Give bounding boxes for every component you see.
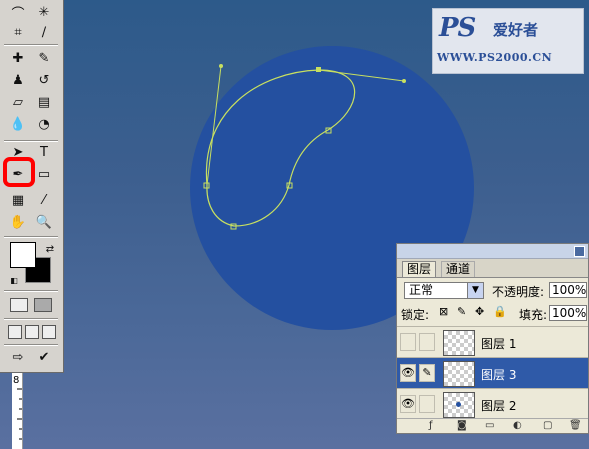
toolbox-divider bbox=[4, 290, 58, 292]
eye-icon[interactable]: 👁 bbox=[400, 364, 416, 382]
lock-position-icon[interactable]: ✥ bbox=[475, 305, 484, 318]
lock-all-icon[interactable]: 🔒 bbox=[493, 305, 507, 318]
layer-thumbnail bbox=[443, 392, 475, 418]
blend-mode-select[interactable]: 正常 ▼ bbox=[404, 282, 484, 299]
lock-pixels-icon[interactable]: ✎ bbox=[457, 305, 466, 318]
healing-brush-tool[interactable]: ✚ bbox=[8, 48, 28, 68]
adjustment-layer-icon[interactable]: ◐ bbox=[513, 420, 522, 431]
new-group-icon[interactable]: ▭ bbox=[485, 420, 494, 431]
quick-mask-button[interactable] bbox=[34, 298, 52, 312]
layer-thumbnail bbox=[443, 361, 475, 387]
blur-tool[interactable]: 💧 bbox=[8, 114, 28, 134]
slice-tool[interactable]: ∕ bbox=[34, 22, 54, 42]
handle-point[interactable] bbox=[219, 64, 223, 68]
tab-channels[interactable]: 通道 bbox=[441, 261, 476, 277]
edit-icon[interactable]: ✔ bbox=[34, 347, 54, 367]
foreground-color-swatch[interactable] bbox=[10, 242, 36, 268]
layer-row[interactable]: 图层 1 bbox=[397, 326, 588, 358]
vertical-ruler: 8 bbox=[12, 373, 23, 449]
fill-label: 填充: bbox=[519, 308, 548, 322]
watermark: PS 爱好者 WWW.PS2000.CN bbox=[432, 8, 584, 74]
history-brush-tool[interactable]: ↺ bbox=[34, 70, 54, 90]
layers-panel-tabs: 图层 通道 bbox=[397, 259, 588, 278]
link-toggle[interactable] bbox=[419, 333, 435, 351]
hand-tool[interactable]: ✋ bbox=[8, 212, 28, 232]
layer-name: 图层 1 bbox=[481, 337, 517, 351]
toolbox-divider bbox=[4, 140, 58, 142]
toolbox: ⌒ ✳ ⌗ ∕ ✚ ✎ ♟ ↺ ▱ ▤ 💧 ◔ ➤ T ✒ ▭ ▦ ⁄ ✋ 🔍 ⇄ ◧ ⇨ ✔ bbox=[0, 0, 64, 373]
pen-tool-highlight bbox=[3, 157, 35, 187]
opacity-field[interactable]: 100% bbox=[549, 282, 587, 298]
layer-style-icon[interactable]: ƒ bbox=[429, 420, 433, 431]
toolbox-divider bbox=[4, 318, 58, 320]
watermark-url: WWW.PS2000.CN bbox=[437, 51, 553, 64]
notes-tool[interactable]: ▦ bbox=[8, 190, 28, 210]
chevron-down-icon[interactable]: ▼ bbox=[467, 283, 483, 298]
handle-point[interactable] bbox=[402, 79, 406, 83]
toolbox-divider bbox=[4, 236, 58, 238]
tab-layers[interactable]: 图层 bbox=[402, 261, 437, 277]
blend-mode-value: 正常 bbox=[409, 283, 434, 297]
new-layer-icon[interactable]: ▢ bbox=[543, 420, 552, 431]
zoom-tool[interactable]: 🔍 bbox=[34, 212, 54, 232]
dodge-tool[interactable]: ◔ bbox=[34, 114, 54, 134]
layer-thumbnail bbox=[443, 330, 475, 356]
layer-name: 图层 2 bbox=[481, 399, 517, 413]
magic-wand-tool[interactable]: ✳ bbox=[34, 2, 54, 22]
delete-layer-icon[interactable]: 🗑 bbox=[569, 420, 582, 431]
layers-panel: 图层 通道 正常 ▼ 不透明度: 100% 锁定: ⊠ ✎ ✥ 🔒 填充: 10… bbox=[396, 243, 589, 434]
lasso-tool[interactable]: ⌒ bbox=[8, 2, 28, 22]
screen-mode-full-menu-button[interactable] bbox=[25, 325, 39, 339]
toolbox-divider bbox=[4, 344, 58, 346]
layer-row[interactable]: 👁 图层 2 bbox=[397, 388, 588, 420]
eyedropper-tool[interactable]: ⁄ bbox=[34, 190, 54, 210]
layer-row[interactable]: 👁 ✎ 图层 3 bbox=[397, 357, 588, 389]
layer-mask-icon[interactable]: ◙ bbox=[457, 420, 467, 431]
link-toggle[interactable] bbox=[419, 395, 435, 413]
visibility-toggle[interactable] bbox=[400, 333, 416, 351]
clone-stamp-tool[interactable]: ♟ bbox=[8, 70, 28, 90]
eye-icon[interactable]: 👁 bbox=[400, 395, 416, 413]
eraser-tool[interactable]: ▱ bbox=[8, 92, 28, 112]
toolbox-divider bbox=[4, 44, 58, 46]
layer-name: 图层 3 bbox=[481, 368, 517, 382]
jump-to-imageready-icon[interactable]: ⇨ bbox=[8, 347, 28, 367]
crop-tool[interactable]: ⌗ bbox=[8, 22, 28, 42]
gradient-tool[interactable]: ▤ bbox=[34, 92, 54, 112]
lock-label: 锁定: bbox=[401, 308, 430, 322]
brush-icon[interactable]: ✎ bbox=[419, 364, 435, 382]
layers-panel-footer: ƒ ◙ ▭ ◐ ▢ 🗑 bbox=[397, 418, 588, 433]
fill-field[interactable]: 100% bbox=[549, 305, 587, 321]
anchor-point[interactable] bbox=[316, 67, 321, 72]
layers-panel-titlebar[interactable] bbox=[397, 244, 588, 259]
minimize-icon[interactable] bbox=[574, 246, 585, 257]
watermark-logo: PS bbox=[439, 13, 476, 43]
default-colors-icon[interactable]: ◧ bbox=[4, 270, 24, 290]
shape-tool[interactable]: ▭ bbox=[34, 164, 54, 184]
swap-colors-icon[interactable]: ⇄ bbox=[40, 239, 60, 259]
screen-mode-full-button[interactable] bbox=[42, 325, 56, 339]
brush-tool[interactable]: ✎ bbox=[34, 48, 54, 68]
type-tool[interactable]: T bbox=[34, 142, 54, 162]
standard-mode-button[interactable] bbox=[10, 298, 28, 312]
opacity-label: 不透明度: bbox=[492, 285, 545, 299]
watermark-text: 爱好者 bbox=[493, 21, 539, 39]
lock-transparency-icon[interactable]: ⊠ bbox=[439, 305, 448, 318]
screen-mode-standard-button[interactable] bbox=[8, 325, 22, 339]
